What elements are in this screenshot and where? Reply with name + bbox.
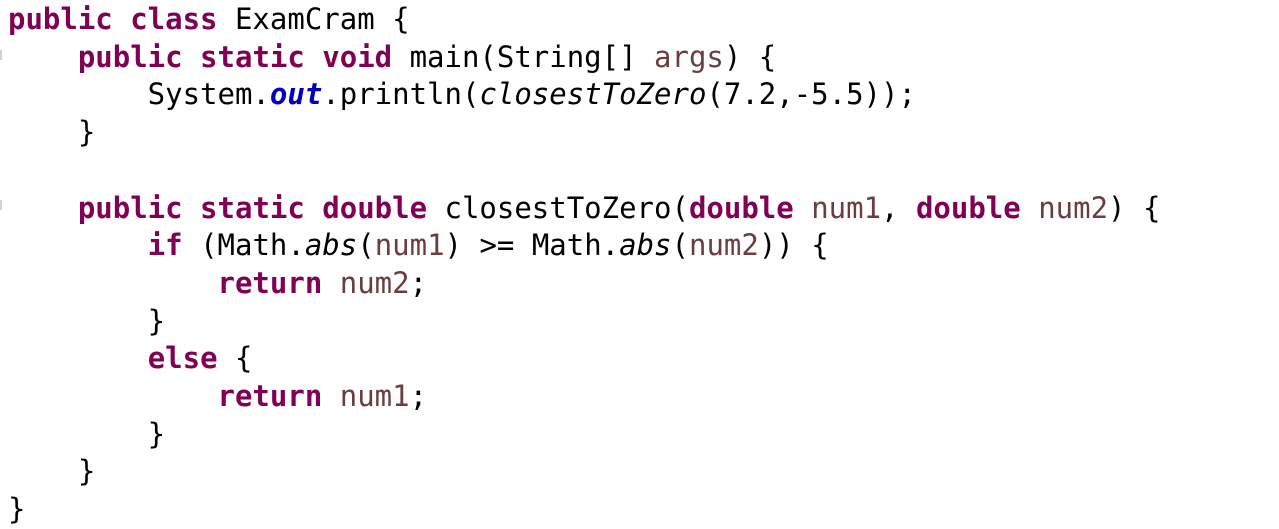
code-token: (7.2,-5.5));: [706, 77, 916, 112]
code-token: )) {: [758, 228, 829, 263]
code-token: ) >= Math.: [444, 228, 620, 263]
code-token: {: [217, 341, 253, 376]
code-token: .println(: [322, 77, 480, 112]
code-line[interactable]: public static double closestToZero(doubl…: [8, 189, 1161, 227]
code-token: System.: [8, 77, 270, 112]
variable-token: num1: [339, 379, 410, 413]
code-line[interactable]: System.out.println(closestToZero(7.2,-5.…: [8, 75, 916, 113]
code-line[interactable]: if (Math.abs(num1) >= Math.abs(num2)) {: [8, 226, 829, 264]
code-token: }: [8, 115, 96, 150]
keyword-token: return: [217, 265, 323, 300]
variable-token: num1: [374, 228, 445, 263]
variable-token: num2: [1038, 190, 1109, 225]
code-token: closestToZero(: [427, 190, 689, 225]
static-call-token: abs: [619, 228, 672, 263]
code-line[interactable]: }: [8, 490, 25, 528]
code-line[interactable]: }: [8, 415, 165, 453]
code-token: }: [8, 303, 166, 338]
field-token: out: [269, 77, 323, 112]
keyword-token: else: [147, 341, 218, 376]
code-token: }: [8, 416, 166, 451]
code-token: ) {: [723, 39, 777, 74]
code-line[interactable]: }: [8, 113, 95, 151]
code-line[interactable]: public static void main(String[] args) {: [8, 38, 776, 76]
code-token: ;: [409, 379, 428, 413]
code-token: }: [8, 454, 96, 489]
code-line[interactable]: }: [8, 452, 95, 490]
keyword-token: double: [915, 190, 1021, 225]
fold-marker: [0, 50, 2, 60]
static-call-token: abs: [304, 228, 358, 263]
fold-marker: [0, 200, 2, 210]
code-token: ExamCram {: [217, 2, 410, 36]
code-line[interactable]: }: [8, 302, 165, 340]
code-line[interactable]: else {: [8, 339, 253, 377]
variable-token: num2: [689, 228, 759, 263]
code-line[interactable]: return num2;: [8, 264, 428, 302]
code-token: (: [357, 228, 375, 263]
code-token: main(String[]: [392, 39, 655, 74]
code-token: (Math.: [182, 228, 305, 263]
code-token: ) {: [1108, 190, 1161, 225]
code-token: (: [671, 228, 689, 263]
keyword-token: if: [147, 228, 183, 263]
keyword-token: return: [217, 379, 323, 413]
code-line[interactable]: public class ExamCram {: [8, 0, 410, 38]
variable-token: num1: [811, 190, 882, 225]
code-editor[interactable]: public class ExamCram { public static vo…: [0, 0, 1279, 529]
static-call-token: closestToZero: [479, 77, 707, 112]
code-line[interactable]: return num1;: [8, 377, 428, 415]
code-token: ,: [881, 190, 916, 225]
keyword-token: public class: [8, 2, 218, 36]
keyword-token: public static double: [77, 190, 428, 225]
keyword-token: public static void: [77, 39, 393, 74]
keyword-token: double: [688, 190, 794, 225]
code-token: ;: [409, 265, 428, 300]
code-token: }: [8, 492, 26, 527]
variable-token: args: [654, 39, 724, 74]
variable-token: num2: [339, 265, 410, 300]
